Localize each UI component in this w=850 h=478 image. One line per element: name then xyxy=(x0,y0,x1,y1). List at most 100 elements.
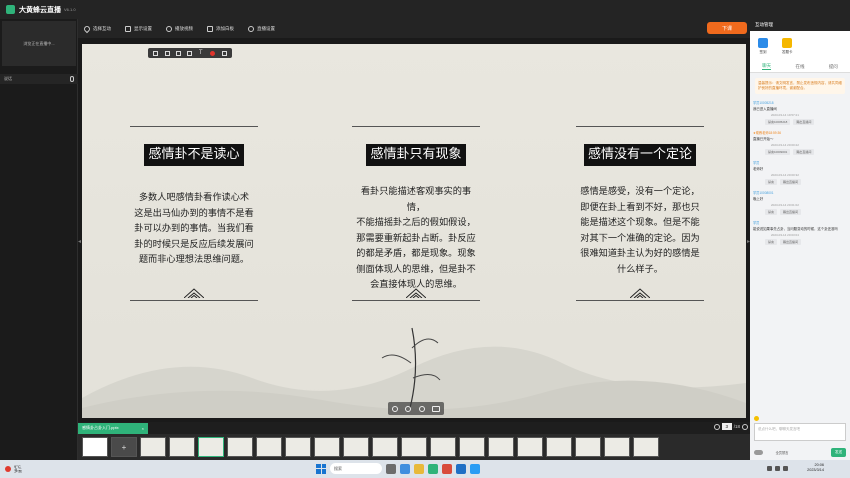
zoom-out-icon[interactable] xyxy=(405,405,412,412)
taskbar-search[interactable]: 搜索 xyxy=(330,463,382,474)
slide-thumbnail[interactable] xyxy=(343,437,369,457)
slide-thumbnail[interactable] xyxy=(82,437,108,457)
media-icon[interactable] xyxy=(442,463,452,474)
message-actions: 禁言 踢出直播间 xyxy=(765,209,847,215)
pen-tool-icon[interactable] xyxy=(176,50,182,56)
slide-thumbnail[interactable] xyxy=(198,437,224,457)
kick-user-button[interactable]: 踢出直播间 xyxy=(780,209,802,215)
panel-header: 互动管理 xyxy=(750,19,850,31)
sign-in-button[interactable]: 签到 xyxy=(758,37,768,55)
weather-icon xyxy=(5,466,11,472)
slide-thumbnail[interactable] xyxy=(140,437,166,457)
slide-card: 感情没有一个定论 感情是感受，没有一个定论， 即便在卦上看到不好，那也只 能是描… xyxy=(576,126,704,306)
display-settings-button[interactable]: 显示设置 xyxy=(125,25,152,32)
tab-questions[interactable]: 提问 xyxy=(829,64,838,70)
slide-thumbnail[interactable] xyxy=(546,437,572,457)
slide-thumbnail[interactable] xyxy=(575,437,601,457)
slide-thumbnail[interactable] xyxy=(430,437,456,457)
toolbar-label: 选择互动 xyxy=(93,25,111,31)
slide-thumbnail[interactable] xyxy=(285,437,311,457)
slide[interactable]: T 感情卦不是读心 多数人吧感情卦看作读心术 这是出马仙办到的事情不是看 卦可以… xyxy=(82,44,746,418)
next-page-icon[interactable] xyxy=(742,423,748,430)
panel-tabs: 聊天 在线 提问 xyxy=(750,61,850,73)
live-settings-button[interactable]: 直播设置 xyxy=(248,25,275,32)
add-slide-button[interactable]: + xyxy=(111,437,137,457)
collapse-left-icon[interactable]: ◂ xyxy=(78,238,81,245)
slide-thumbnail[interactable] xyxy=(517,437,543,457)
card-title-wrap: 感情卦只有现象 xyxy=(352,144,480,166)
kick-user-button[interactable]: 踢出直播间 xyxy=(793,149,815,155)
mute-user-button[interactable]: 禁言 xyxy=(765,239,778,245)
weather-text: 9°C 多云 xyxy=(14,465,22,473)
slide-thumbnail[interactable] xyxy=(372,437,398,457)
microphone-icon[interactable] xyxy=(70,76,74,82)
toolbar-label: 添加白板 xyxy=(216,25,234,31)
fullscreen-icon[interactable] xyxy=(432,405,441,412)
close-tab-icon[interactable]: × xyxy=(142,426,144,431)
card-line: 卦可以办到的事情。当我们看 xyxy=(134,223,254,234)
tab-online[interactable]: 在线 xyxy=(795,64,804,70)
send-button[interactable]: 发送 xyxy=(831,447,846,457)
chat-list[interactable]: 温馨提示：请文明发言，禁止发布违规内容，请共同维护良好的直播环境，谢谢配合。 学… xyxy=(750,73,850,403)
network-icon[interactable] xyxy=(767,466,772,471)
app-icon[interactable] xyxy=(428,463,438,474)
slide-thumbnail[interactable] xyxy=(604,437,630,457)
select-interaction-button[interactable]: 选择互动 xyxy=(82,24,111,33)
slide-thumbnail[interactable] xyxy=(488,437,514,457)
pointer-tool-icon[interactable] xyxy=(164,50,170,56)
store-icon[interactable] xyxy=(456,463,466,474)
mic-row[interactable]: 说话 xyxy=(0,74,78,84)
whiteboard-icon xyxy=(207,25,213,32)
add-whiteboard-button[interactable]: 添加白板 xyxy=(207,25,234,32)
volume-icon[interactable] xyxy=(775,466,780,471)
battery-icon[interactable] xyxy=(783,466,788,471)
folder-icon[interactable] xyxy=(414,463,424,474)
play-video-button[interactable]: 播放视频 xyxy=(166,25,193,32)
taskbar-clock[interactable]: 20:06 2023/3/14 xyxy=(807,463,824,473)
slide-thumbnail[interactable] xyxy=(256,437,282,457)
slide-thumbnail[interactable] xyxy=(169,437,195,457)
reset-zoom-icon[interactable] xyxy=(418,405,425,412)
select-tool-icon[interactable] xyxy=(153,50,159,56)
mute-all-toggle[interactable] xyxy=(754,449,763,455)
eraser-tool-icon[interactable] xyxy=(221,50,227,56)
message-time: 2023-03-14 20:00:22 xyxy=(771,143,799,147)
play-icon xyxy=(166,25,172,32)
tab-chat[interactable]: 聊天 xyxy=(762,63,772,70)
prev-page-icon[interactable] xyxy=(713,423,720,430)
windows-start-icon[interactable] xyxy=(316,463,326,474)
answer-card-button[interactable]: 答题卡 xyxy=(782,37,793,55)
color-picker-icon[interactable] xyxy=(210,50,216,56)
kick-user-button[interactable]: 踢出直播间 xyxy=(780,239,802,245)
weather-widget[interactable]: 9°C 多云 xyxy=(5,465,22,473)
zoom-in-icon[interactable] xyxy=(391,405,398,412)
slide-thumbnail[interactable] xyxy=(459,437,485,457)
kick-user-button[interactable]: 踢出直播间 xyxy=(780,179,802,185)
end-class-button[interactable]: 下课 xyxy=(707,22,747,34)
card-line: 侧面体现人的思维，但是卦不 xyxy=(356,263,476,275)
slide-thumbnail[interactable] xyxy=(314,437,340,457)
file-tab[interactable]: 感情卦占卦入门.pptx × xyxy=(78,422,148,434)
mute-user-button[interactable]: 禁言 xyxy=(765,209,778,215)
mute-user-button[interactable]: 禁言10005218 xyxy=(765,119,791,125)
chat-input[interactable]: 说点什么吧，聊聊天发言吧 xyxy=(754,423,846,441)
mail-icon[interactable] xyxy=(470,463,480,474)
slide-thumbnail[interactable] xyxy=(227,437,253,457)
page-input[interactable]: 3 xyxy=(721,423,732,430)
mute-user-button[interactable]: 禁言 xyxy=(765,179,778,185)
task-view-icon[interactable] xyxy=(386,463,396,474)
slide-thumbnail[interactable] xyxy=(401,437,427,457)
text-tool-icon[interactable]: T xyxy=(199,50,204,56)
browser-icon[interactable] xyxy=(400,463,410,474)
rectangle-tool-icon[interactable] xyxy=(187,50,193,56)
chat-message: 学员 老师好 2023-03-14 20:00:32 禁言 踢出直播间 xyxy=(753,160,847,185)
card-bottom-rule xyxy=(130,300,258,301)
emoji-icon[interactable] xyxy=(754,416,759,421)
message-time: 2023-03-14 19:57:21 xyxy=(771,113,799,117)
kick-user-button[interactable]: 踢出直播间 xyxy=(793,119,815,125)
message-text: 老师好 xyxy=(753,167,764,171)
camera-preview[interactable]: 浏览正在直播中... xyxy=(2,21,76,66)
chat-message: ★助教老师18:59:36 直播已开始～ 2023-03-14 20:00:22 禁言… xyxy=(753,130,847,155)
mute-user-button[interactable]: 禁言10009001 xyxy=(765,149,791,155)
slide-thumbnail[interactable] xyxy=(633,437,659,457)
